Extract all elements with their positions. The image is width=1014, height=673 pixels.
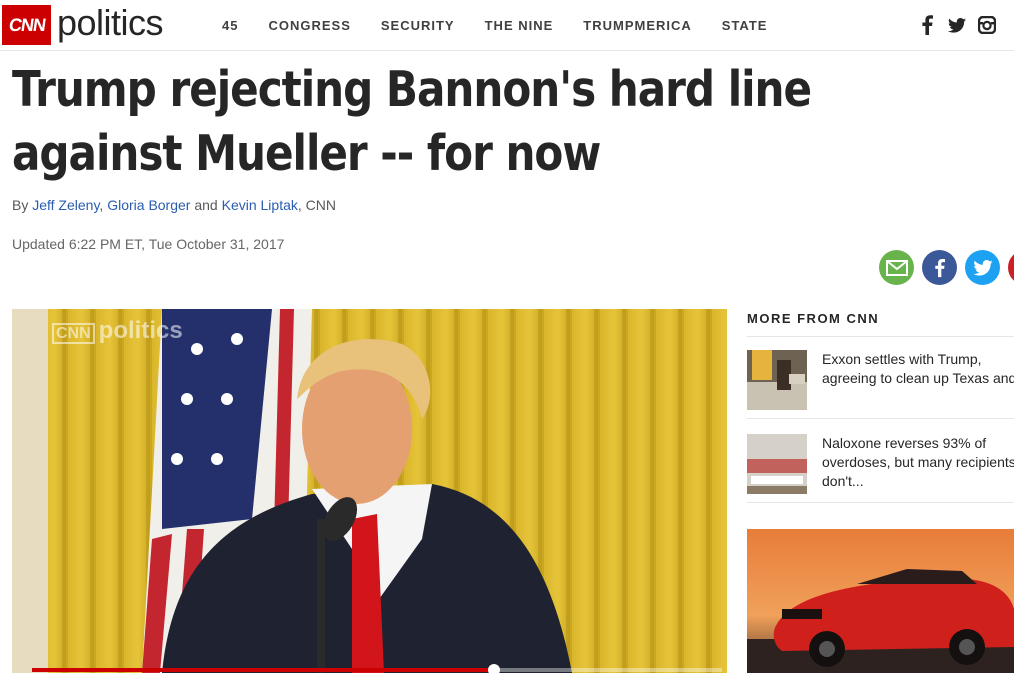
- divider: [747, 336, 1014, 337]
- more-from-title: MORE FROM CNN: [747, 311, 880, 326]
- section-title[interactable]: politics: [57, 2, 164, 44]
- twitter-icon[interactable]: [965, 250, 1000, 285]
- site-header: CNN politics 45 CONGRESS SECURITY THE NI…: [0, 0, 1014, 51]
- nav-item-the-nine[interactable]: THE NINE: [485, 18, 554, 33]
- story-headline[interactable]: Exxon settles with Trump, agreeing to cl…: [822, 350, 1014, 388]
- nav-item-congress[interactable]: CONGRESS: [268, 18, 350, 33]
- cnn-logo[interactable]: CNN: [2, 5, 51, 45]
- email-icon[interactable]: [879, 250, 914, 285]
- byline-prefix: By: [12, 197, 29, 213]
- video-player[interactable]: CNN politics: [12, 309, 727, 673]
- nav-item-trumpmerica[interactable]: TRUMPMERICA: [583, 18, 692, 33]
- article-headline: Trump rejecting Bannon's hard line again…: [12, 61, 812, 182]
- video-progress-bar[interactable]: [32, 664, 722, 673]
- nav-item-security[interactable]: SECURITY: [381, 18, 455, 33]
- sponsored-ad[interactable]: [747, 529, 1014, 673]
- story-headline[interactable]: Naloxone reverses 93% of overdoses, but …: [822, 434, 1014, 491]
- logo-text: CNN: [7, 14, 46, 35]
- ad-image: [747, 529, 1014, 673]
- video-progress-fill: [32, 668, 495, 672]
- updated-timestamp: Updated 6:22 PM ET, Tue October 31, 2017: [12, 236, 285, 252]
- story-thumbnail[interactable]: [747, 350, 807, 410]
- author-link-liptak[interactable]: Kevin Liptak: [222, 197, 298, 213]
- story-thumbnail[interactable]: [747, 434, 807, 494]
- nav-item-45[interactable]: 45: [222, 18, 238, 33]
- video-frame: [12, 309, 727, 673]
- author-link-zeleny[interactable]: Jeff Zeleny: [32, 197, 99, 213]
- byline-and: and: [194, 197, 218, 213]
- video-watermark: CNN politics: [52, 317, 183, 345]
- video-scrubber-handle[interactable]: [488, 664, 501, 673]
- nav-item-state[interactable]: STATE: [722, 18, 768, 33]
- facebook-icon[interactable]: [918, 15, 936, 35]
- facebook-icon[interactable]: [922, 250, 957, 285]
- section-nav: 45 CONGRESS SECURITY THE NINE TRUMPMERIC…: [222, 18, 797, 33]
- divider: [747, 418, 1014, 419]
- social-links: [918, 15, 996, 35]
- divider: [747, 502, 1014, 503]
- byline: By Jeff Zeleny, Gloria Borger and Kevin …: [12, 197, 337, 213]
- author-link-borger[interactable]: Gloria Borger: [107, 197, 190, 213]
- twitter-icon[interactable]: [948, 15, 966, 35]
- share-bar: P: [879, 250, 1014, 285]
- list-item[interactable]: Exxon settles with Trump, agreeing to cl…: [747, 350, 1014, 420]
- list-item[interactable]: Naloxone reverses 93% of overdoses, but …: [747, 434, 1014, 504]
- pinterest-icon[interactable]: P: [1008, 250, 1014, 285]
- byline-outlet: , CNN: [297, 197, 337, 213]
- instagram-icon[interactable]: [978, 15, 996, 35]
